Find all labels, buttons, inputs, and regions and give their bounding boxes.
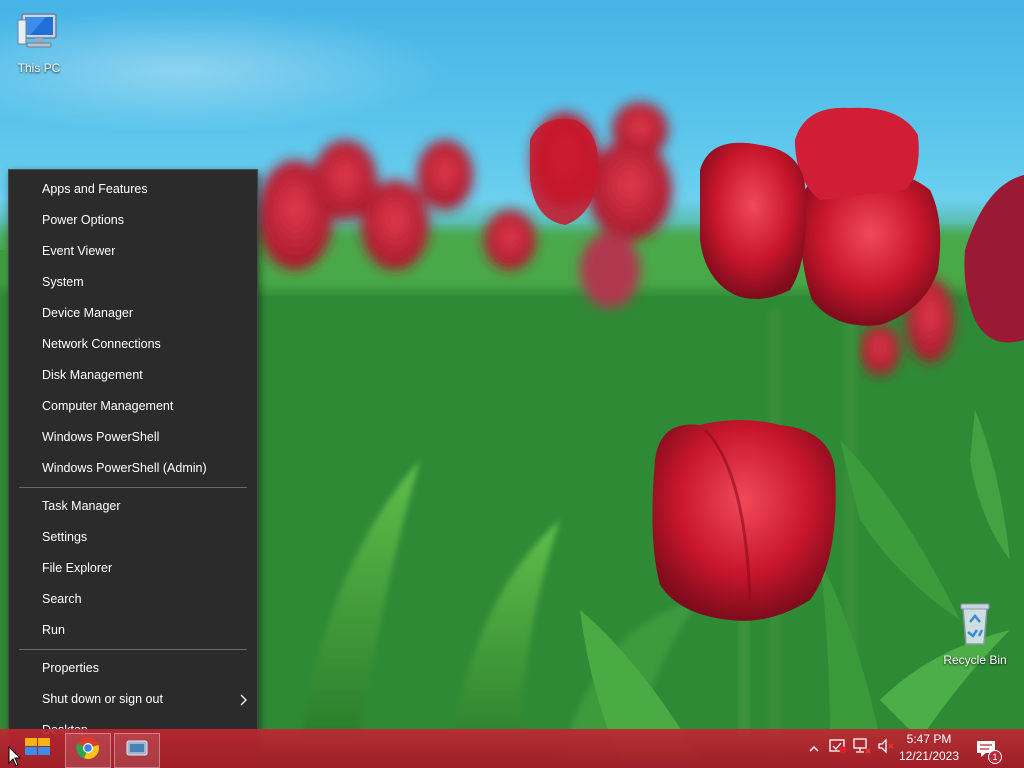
menu-item-disk-management[interactable]: Disk Management — [9, 360, 257, 391]
system-tray — [802, 729, 898, 768]
menu-separator — [19, 487, 247, 488]
menu-item-label: Shut down or sign out — [42, 692, 163, 706]
security-tray-button[interactable] — [826, 729, 850, 768]
chrome-icon — [76, 736, 100, 765]
network-tray-button[interactable] — [850, 729, 874, 768]
menu-item-task-manager[interactable]: Task Manager — [9, 491, 257, 522]
taskbar-pinned-app-button[interactable] — [114, 733, 160, 768]
menu-item-event-viewer[interactable]: Event Viewer — [9, 236, 257, 267]
menu-item-windows-powershell-admin[interactable]: Windows PowerShell (Admin) — [9, 453, 257, 484]
menu-item-system[interactable]: System — [9, 267, 257, 298]
taskbar: 5:47 PM 12/21/2023 1 — [0, 729, 1024, 768]
menu-item-computer-management[interactable]: Computer Management — [9, 391, 257, 422]
menu-item-network-connections[interactable]: Network Connections — [9, 329, 257, 360]
quick-link-menu: Apps and Features Power Options Event Vi… — [8, 169, 258, 750]
desktop-icon-this-pc[interactable]: This PC — [1, 10, 77, 75]
show-hidden-icons-button[interactable] — [802, 729, 826, 768]
desktop-icon-recycle-bin[interactable]: Recycle Bin — [937, 600, 1013, 667]
taskbar-clock[interactable]: 5:47 PM 12/21/2023 — [893, 731, 965, 765]
desktop-icon-label: This PC — [17, 61, 61, 75]
menu-item-search[interactable]: Search — [9, 584, 257, 615]
menu-item-properties[interactable]: Properties — [9, 653, 257, 684]
notification-icon: 1 — [975, 738, 1002, 764]
menu-item-shut-down-or-sign-out[interactable]: Shut down or sign out — [9, 684, 257, 715]
notification-count-badge: 1 — [988, 749, 1002, 764]
pinned-app-icon — [125, 737, 149, 764]
start-icon — [24, 735, 52, 762]
menu-item-apps-and-features[interactable]: Apps and Features — [9, 174, 257, 205]
menu-item-windows-powershell[interactable]: Windows PowerShell — [9, 422, 257, 453]
computer-icon — [1, 10, 77, 57]
security-icon — [829, 738, 847, 759]
chevron-right-icon — [239, 684, 249, 715]
taskbar-chrome-button[interactable] — [65, 733, 111, 768]
menu-item-run[interactable]: Run — [9, 615, 257, 646]
menu-item-file-explorer[interactable]: File Explorer — [9, 553, 257, 584]
menu-item-power-options[interactable]: Power Options — [9, 205, 257, 236]
desktop-icon-label: Recycle Bin — [943, 653, 1007, 667]
menu-item-device-manager[interactable]: Device Manager — [9, 298, 257, 329]
mouse-cursor-icon — [8, 745, 22, 768]
recycle-bin-icon — [937, 600, 1013, 649]
clock-time: 5:47 PM — [906, 732, 952, 746]
chevron-up-icon — [809, 740, 819, 758]
action-center-button[interactable]: 1 — [966, 729, 1006, 768]
network-icon — [853, 738, 871, 759]
clock-date: 12/21/2023 — [898, 749, 960, 763]
menu-separator — [19, 649, 247, 650]
menu-item-settings[interactable]: Settings — [9, 522, 257, 553]
